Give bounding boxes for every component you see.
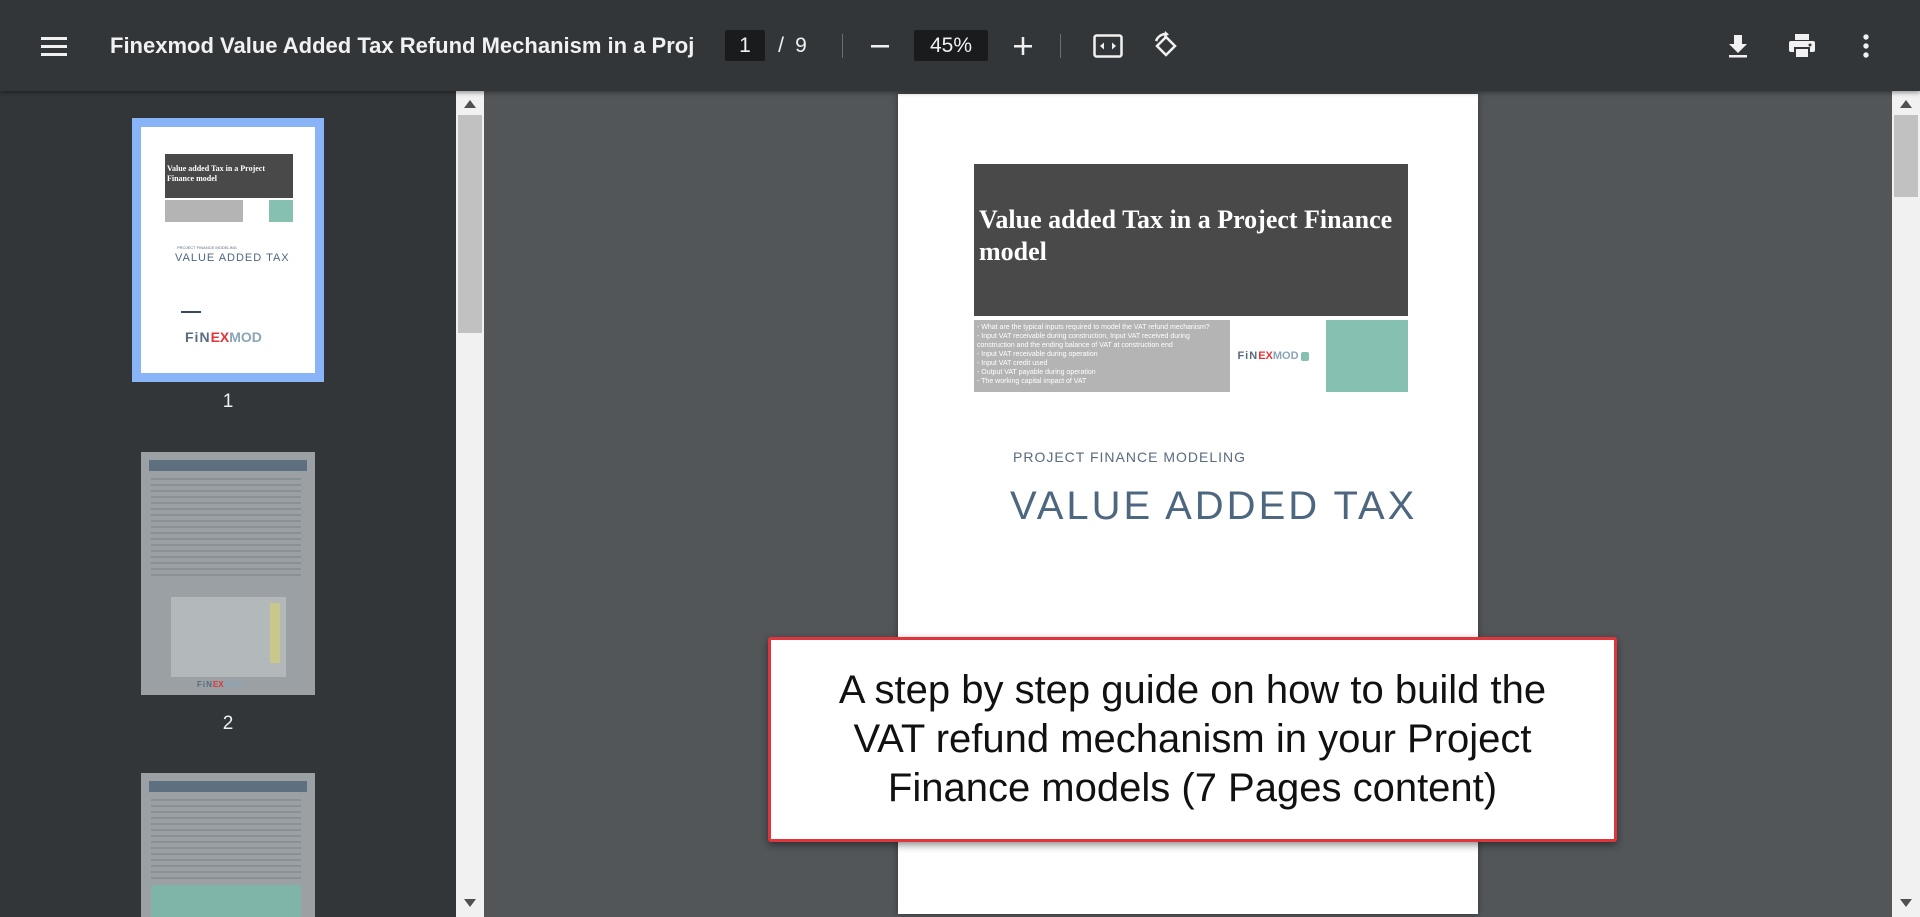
more-vert-icon[interactable]	[1848, 28, 1884, 64]
toolbar-divider	[1060, 34, 1061, 58]
thumbnail-sidebar: Value added Tax in a Project Finance mod…	[0, 91, 456, 917]
thumbnail-logo: FiNEXMOD	[185, 329, 262, 345]
thumbnail-page-3[interactable]	[141, 773, 315, 917]
cover-summary-box: - What are the typical inputs required t…	[974, 320, 1230, 392]
summary-line: - What are the typical inputs required t…	[977, 324, 1210, 331]
summary-line: construction and the ending balance of V…	[977, 342, 1173, 349]
fit-page-icon[interactable]	[1090, 28, 1126, 64]
thumbnail-text-lines	[151, 478, 301, 578]
scroll-up-icon[interactable]	[1900, 100, 1912, 108]
thumbnail-rule	[181, 311, 201, 313]
cover-title: Value added Tax in a Project Finance mod…	[979, 205, 1393, 266]
thumbnail-number-2: 2	[222, 713, 234, 734]
summary-line: - The working capital impact of VAT	[977, 378, 1087, 385]
summary-line: - Output VAT payable during operation	[977, 369, 1096, 376]
thumbnail-header-bar	[149, 781, 307, 792]
thumbnail-table	[171, 597, 286, 677]
rotate-icon[interactable]	[1148, 28, 1184, 64]
thumbnail-grey-box	[165, 200, 243, 222]
cover-teal-box	[1326, 320, 1408, 392]
cover-title-box: Value added Tax in a Project Finance mod…	[974, 164, 1408, 316]
scroll-up-icon[interactable]	[464, 100, 476, 108]
cover-heading: VALUE ADDED TAX	[1010, 484, 1418, 528]
thumbnail-logo: FiNEXMOD	[197, 680, 243, 689]
download-icon[interactable]	[1720, 28, 1756, 64]
menu-icon[interactable]	[36, 28, 72, 64]
thumbnail-page-1[interactable]: Value added Tax in a Project Finance mod…	[141, 127, 315, 373]
print-icon[interactable]	[1784, 28, 1820, 64]
thumbnail-title: Value added Tax in a Project Finance mod…	[167, 164, 266, 183]
thumbnail-page-2[interactable]: FiNEXMOD	[141, 452, 315, 695]
thumbnail-heading: VALUE ADDED TAX	[175, 252, 290, 264]
page-total: 9	[795, 34, 807, 57]
toolbar-divider	[842, 34, 843, 58]
thumbnail-text-lines	[151, 799, 301, 879]
callout-text: A step by step guide on how to build the…	[838, 668, 1547, 810]
sidebar-scrollbar[interactable]	[456, 91, 484, 917]
summary-line: - Input VAT credit used	[977, 360, 1048, 367]
thumbnail-header-bar	[149, 460, 307, 471]
viewer-scrollbar-thumb[interactable]	[1894, 115, 1918, 197]
thumbnail-kicker: PROJECT FINANCE MODELING	[177, 245, 237, 250]
thumbnail-number-1: 1	[222, 391, 234, 412]
sidebar-scrollbar-thumb[interactable]	[458, 115, 482, 333]
page-number-input[interactable]: 1	[725, 30, 765, 61]
thumbnail-table	[151, 885, 301, 917]
viewer-scrollbar[interactable]	[1892, 91, 1920, 917]
pdf-toolbar: Finexmod Value Added Tax Refund Mechanis…	[0, 0, 1920, 91]
scroll-down-icon[interactable]	[464, 899, 476, 907]
cover-kicker: PROJECT FINANCE MODELING	[1013, 449, 1246, 465]
logo-mark-icon	[1300, 351, 1309, 361]
thumbnail-teal-box	[269, 200, 293, 222]
summary-line: - Input VAT receivable during operation	[977, 351, 1098, 358]
finexmod-logo: FiNEXMOD	[1233, 346, 1313, 366]
zoom-in-icon[interactable]	[1005, 28, 1041, 64]
thumbnail-title-box: Value added Tax in a Project Finance mod…	[165, 154, 293, 198]
document-title: Finexmod Value Added Tax Refund Mechanis…	[110, 33, 695, 58]
zoom-level-input[interactable]: 45%	[914, 30, 988, 61]
promo-callout: A step by step guide on how to build the…	[768, 637, 1617, 842]
zoom-out-icon[interactable]	[862, 28, 898, 64]
summary-line: - Input VAT receivable during constructi…	[977, 333, 1190, 340]
scroll-down-icon[interactable]	[1900, 899, 1912, 907]
